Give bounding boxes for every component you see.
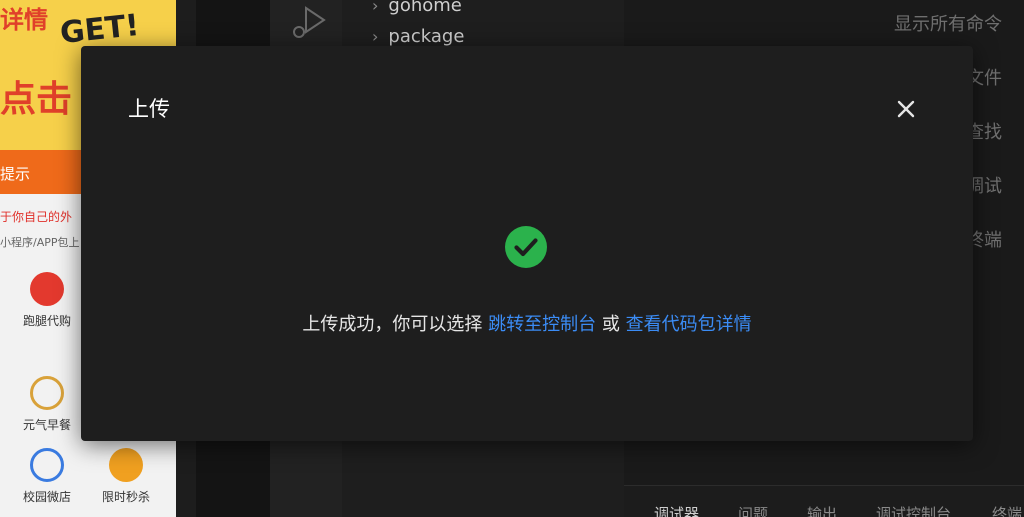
tab-terminal[interactable]: 终端 bbox=[992, 503, 1022, 517]
tab-output[interactable]: 输出 bbox=[807, 503, 837, 517]
upload-dialog: 上传 上传成功，你可以选择 跳转至控制台 或 查看代码包详情 bbox=[81, 46, 973, 441]
simulator-item[interactable]: 限时秒杀 bbox=[91, 448, 161, 505]
runner-icon bbox=[30, 272, 64, 306]
simulator-item[interactable]: 校园微店 bbox=[12, 448, 82, 505]
chevron-right-icon: › bbox=[372, 0, 379, 15]
timer-icon bbox=[109, 448, 143, 482]
debug-icon[interactable] bbox=[288, 2, 328, 42]
simulator-item[interactable]: 跑腿代购 bbox=[12, 272, 82, 329]
simulator-item-label: 校园微店 bbox=[22, 490, 71, 504]
banner-text-3: 点击 bbox=[0, 79, 73, 120]
tree-item-label: gohome bbox=[388, 0, 462, 16]
chevron-right-icon: › bbox=[372, 27, 379, 46]
simulator-item-label: 元气早餐 bbox=[22, 418, 71, 432]
message-or: 或 bbox=[601, 314, 620, 335]
app-root: 详情 GET! 点击 提示 于你自己的外 小程序/APP包上 跑腿代购 元气早餐… bbox=[0, 0, 1024, 517]
tree-item-package[interactable]: › package bbox=[372, 26, 464, 47]
tab-problems[interactable]: 问题 bbox=[738, 503, 768, 517]
simulator-tagline: 于你自己的外 bbox=[0, 210, 73, 224]
tree-item-label: package bbox=[388, 26, 465, 47]
close-icon[interactable] bbox=[893, 96, 919, 122]
tab-debugger[interactable]: 调试器 bbox=[654, 503, 699, 517]
tab-debug-console[interactable]: 调试控制台 bbox=[876, 503, 951, 517]
banner-text-1: 详情 bbox=[0, 6, 48, 34]
go-to-console-link[interactable]: 跳转至控制台 bbox=[488, 314, 596, 335]
shop-icon bbox=[30, 448, 64, 482]
success-check-icon bbox=[505, 226, 547, 268]
bottom-panel-tabs: 调试器 问题 输出 调试控制台 终端 bbox=[624, 485, 1024, 517]
simulator-item-label: 限时秒杀 bbox=[101, 490, 150, 504]
simulator-subline: 小程序/APP包上 bbox=[0, 236, 80, 249]
simulator-item[interactable]: 元气早餐 bbox=[12, 376, 82, 433]
simulator-item-label: 跑腿代购 bbox=[22, 314, 71, 328]
view-package-details-link[interactable]: 查看代码包详情 bbox=[626, 314, 752, 335]
breakfast-icon bbox=[30, 376, 64, 410]
tree-item-gohome[interactable]: › gohome bbox=[372, 0, 462, 16]
upload-success-message: 上传成功，你可以选择 跳转至控制台 或 查看代码包详情 bbox=[81, 310, 973, 336]
message-prefix: 上传成功，你可以选择 bbox=[302, 314, 483, 335]
dialog-title: 上传 bbox=[128, 97, 170, 121]
command-show-all[interactable]: 显示所有命令 bbox=[894, 10, 1002, 36]
banner-text-2: GET! bbox=[58, 7, 141, 52]
